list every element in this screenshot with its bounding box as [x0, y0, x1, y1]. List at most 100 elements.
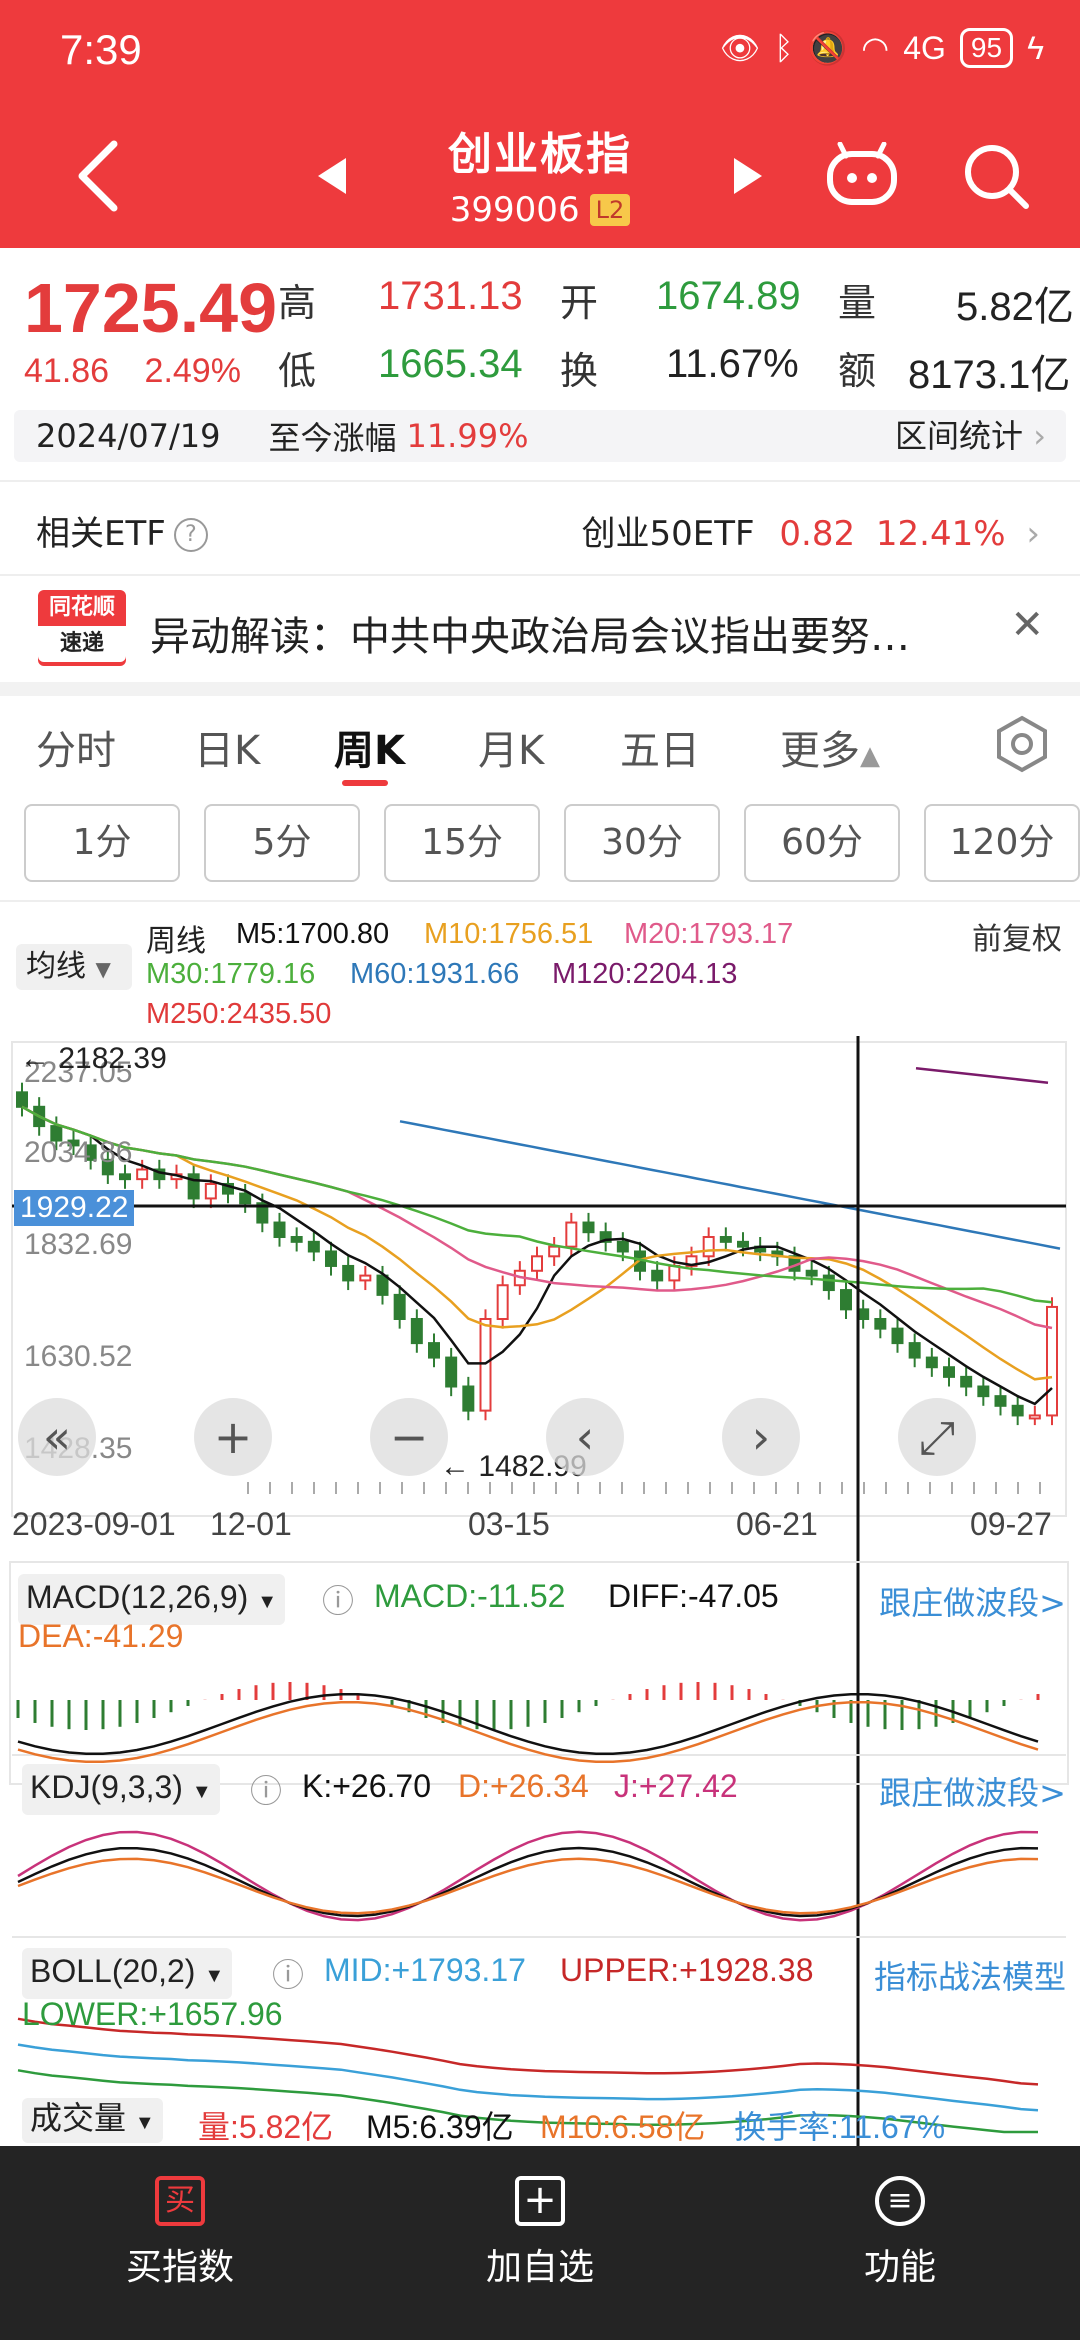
ma120-value: M120:2204.13 — [552, 958, 738, 990]
candle-body — [565, 1221, 578, 1248]
battery-icon: 95 — [959, 28, 1014, 68]
prev-stock-icon[interactable] — [318, 158, 348, 194]
boll-mid-line — [17, 2043, 1039, 2112]
scroll-right-icon[interactable]: › — [722, 1398, 800, 1476]
candle-body — [428, 1342, 440, 1359]
wifi-icon: ◠ — [861, 30, 890, 66]
low-label: 低 — [278, 349, 317, 393]
next-stock-icon[interactable] — [732, 158, 762, 194]
period-60m[interactable]: 60分 — [744, 804, 900, 882]
candle-body — [410, 1317, 423, 1345]
boll-link[interactable]: 指标战法模型 — [874, 1952, 1066, 1998]
period-120m[interactable]: 120分 — [924, 804, 1080, 882]
candle-body — [136, 1168, 149, 1181]
help-icon[interactable]: ⓘ — [322, 1576, 354, 1622]
candle-body — [496, 1284, 509, 1320]
zoom-out-icon[interactable]: − — [370, 1398, 448, 1476]
robot-assistant-icon[interactable] — [826, 142, 898, 208]
chevron-right-icon: › — [1033, 417, 1046, 455]
price-change: 41.86 2.49% — [24, 352, 241, 391]
buy-index-button[interactable]: 买 买指数 — [80, 2176, 280, 2290]
tab-weekly[interactable]: 周K — [334, 718, 405, 776]
scroll-left-double-icon[interactable]: « — [18, 1398, 96, 1476]
news-logo-top: 同花顺 — [48, 595, 115, 620]
tab-daily[interactable]: 日K — [194, 718, 260, 776]
candle-body — [359, 1274, 372, 1282]
add-watchlist-label: 加自选 — [485, 2247, 594, 2288]
high-marker: ← 2182.39 — [20, 1042, 167, 1076]
range-stat-button[interactable]: 区间统计 › — [895, 410, 1046, 462]
ma5-value: M5:1700.80 — [236, 918, 390, 950]
candle-body — [16, 1091, 28, 1108]
candle-body — [737, 1240, 749, 1248]
candle-body — [1028, 1414, 1041, 1420]
bottom-bar: 买 买指数 + 加自选 ≡ 功能 — [0, 2146, 1080, 2340]
volume-value: 5.82亿 — [956, 285, 1074, 329]
fullscreen-icon[interactable]: ⤢ — [898, 1398, 976, 1476]
caret-down-icon: ▼ — [204, 1965, 225, 1987]
candle-body — [960, 1375, 973, 1388]
open-value: 1674.89 — [656, 274, 801, 318]
etf-label-group: 相关ETF? — [36, 506, 208, 555]
settings-icon[interactable] — [992, 714, 1052, 774]
volume-dropdown[interactable]: 成交量 ▼ — [22, 2098, 163, 2143]
help-icon[interactable]: ⓘ — [250, 1766, 282, 1812]
tab-more[interactable]: 更多▲ — [780, 718, 880, 776]
ma-dropdown[interactable]: 均线 ▼ — [16, 944, 132, 990]
period-30m[interactable]: 30分 — [564, 804, 720, 882]
tab-five-day[interactable]: 五日 — [620, 718, 700, 776]
boll-upper: UPPER:+1928.38 — [560, 1952, 814, 1988]
scroll-left-icon[interactable]: ‹ — [546, 1398, 624, 1476]
candle-body — [462, 1385, 475, 1412]
boll-dropdown[interactable]: BOLL(20,2) ▼ — [22, 1948, 233, 1999]
help-icon[interactable]: ⓘ — [272, 1950, 304, 1996]
kdj-link[interactable]: 跟庄做波段> — [879, 1768, 1066, 1814]
turnover-label: 换 — [560, 349, 599, 393]
period-1m[interactable]: 1分 — [24, 804, 180, 882]
quote-date: 2024/07/19 — [36, 417, 221, 455]
caret-down-icon: ▼ — [191, 1781, 212, 1803]
candle-body — [651, 1269, 664, 1282]
chart-area[interactable]: 2237.05 2034.86 1832.69 1630.52 1428.35 … — [0, 1036, 1080, 2146]
function-button[interactable]: ≡ 功能 — [800, 2176, 1000, 2290]
l2-badge[interactable]: L2 — [589, 194, 631, 226]
macd-diff: DIFF:-47.05 — [608, 1578, 779, 1614]
candle-body — [582, 1221, 595, 1234]
etf-quote: 创业50ETF 0.82 12.41% › — [582, 506, 1040, 555]
period-5m[interactable]: 5分 — [204, 804, 360, 882]
page-title: 创业板指 — [448, 129, 632, 180]
related-etf-row[interactable]: 相关ETF? 创业50ETF 0.82 12.41% › — [0, 482, 1080, 576]
ma250-value: M250:2435.50 — [146, 998, 332, 1030]
candle-body — [479, 1317, 492, 1412]
caret-down-icon: ▼ — [95, 957, 111, 981]
current-price: 1725.49 — [24, 269, 278, 347]
stock-code-line: 399006 L2 — [390, 190, 690, 230]
zoom-in-icon[interactable]: + — [194, 1398, 272, 1476]
candle-body — [290, 1236, 303, 1243]
candle-body — [376, 1274, 389, 1296]
candle-body — [719, 1236, 732, 1243]
tab-monthly[interactable]: 月K — [478, 718, 544, 776]
period-15m[interactable]: 15分 — [384, 804, 540, 882]
candle-body — [616, 1240, 629, 1253]
kdj-dropdown[interactable]: KDJ(9,3,3) ▼ — [22, 1764, 220, 1815]
tab-intraday[interactable]: 分时 — [36, 718, 116, 776]
caret-down-icon: ▼ — [257, 1591, 277, 1613]
nav-row: 创业板指 399006 L2 — [0, 100, 1080, 248]
boll-name: BOLL(20,2) — [30, 1953, 196, 1989]
back-icon[interactable] — [70, 138, 130, 214]
news-row[interactable]: 同花顺 速递 异动解读：中共中央政治局会议指出要努… ✕ — [0, 576, 1080, 680]
section-gap — [0, 682, 1080, 696]
kdj-j: J:+27.42 — [614, 1768, 738, 1804]
add-watchlist-button[interactable]: + 加自选 — [440, 2176, 640, 2290]
help-icon[interactable]: ? — [173, 518, 208, 552]
menu-circle-icon: ≡ — [875, 2176, 925, 2226]
adjust-mode[interactable]: 前复权 — [972, 914, 1062, 958]
macd-link[interactable]: 跟庄做波段> — [879, 1578, 1066, 1624]
close-icon[interactable]: ✕ — [1010, 602, 1044, 648]
news-text: 异动解读：中共中央政治局会议指出要努… — [150, 614, 910, 660]
open-label: 开 — [560, 281, 599, 325]
triangle-up-icon: ▲ — [860, 741, 880, 771]
search-icon[interactable] — [962, 142, 1030, 210]
add-square-icon: + — [515, 2176, 565, 2226]
